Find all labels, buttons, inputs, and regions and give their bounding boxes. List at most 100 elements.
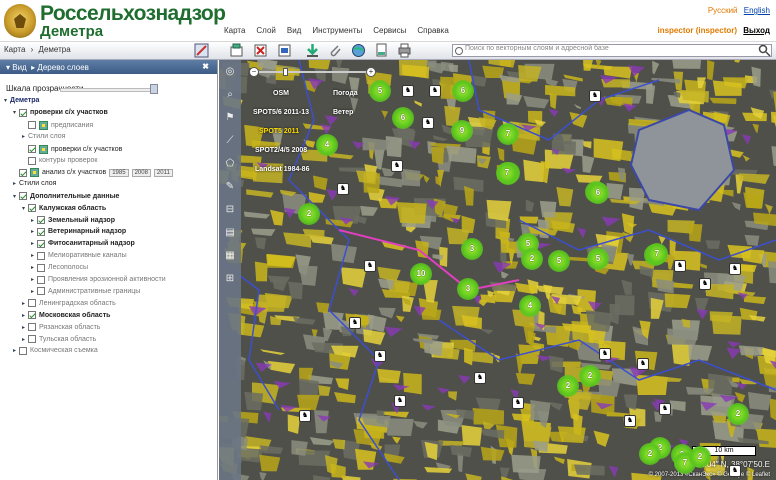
print-icon[interactable]	[397, 43, 412, 58]
zoom-slider[interactable]: − +	[249, 67, 376, 77]
locate-icon[interactable]: ◎	[222, 66, 238, 82]
layer-checkbox[interactable]	[28, 145, 36, 154]
opacity-slider[interactable]	[60, 88, 158, 92]
layer-edit-icon[interactable]	[277, 43, 292, 58]
point-cluster[interactable]: 6	[452, 80, 474, 102]
layer-checkbox[interactable]	[28, 335, 36, 343]
point-cluster[interactable]: 6	[392, 107, 414, 129]
cow-marker-icon[interactable]: ♞	[699, 278, 711, 290]
logout-link[interactable]: Выход	[743, 26, 770, 35]
tree-node[interactable]: проверки с/х участков	[22, 144, 122, 154]
lang-ru[interactable]: Русский	[708, 6, 738, 15]
menu-item-2[interactable]: Вид	[287, 26, 310, 35]
point-cluster[interactable]: 7	[497, 123, 519, 145]
cow-marker-icon[interactable]: ♞	[674, 260, 686, 272]
tree-node[interactable]: ▾ Дополнительные данные	[13, 192, 119, 201]
layer-checkbox[interactable]	[19, 192, 27, 201]
tree-node[interactable]: контуры проверок	[22, 156, 97, 165]
layer-remove-icon[interactable]	[253, 43, 268, 58]
zoom-in-icon[interactable]: +	[366, 67, 376, 77]
menu-item-0[interactable]: Карта	[224, 26, 254, 35]
tree-node[interactable]: ▸ Тульская область	[22, 335, 96, 343]
point-cluster[interactable]: 7	[496, 162, 518, 184]
cow-marker-icon[interactable]: ♞	[512, 397, 524, 409]
zoom-handle[interactable]	[283, 68, 288, 76]
year-button[interactable]: 2011	[153, 168, 173, 177]
measure-icon[interactable]: ⊟	[222, 204, 238, 220]
edit-icon[interactable]: ✎	[222, 181, 238, 197]
globe-icon[interactable]	[351, 43, 366, 58]
layer-checkbox[interactable]	[28, 204, 36, 213]
tree-node[interactable]: ▸ Административные границы	[31, 287, 140, 296]
download-icon[interactable]	[305, 43, 320, 58]
layer-checkbox[interactable]	[37, 239, 45, 248]
search-icon[interactable]	[758, 44, 771, 57]
layer-checkbox[interactable]	[28, 121, 36, 130]
layer-checkbox[interactable]	[19, 108, 27, 117]
point-cluster[interactable]: 10	[410, 263, 432, 285]
point-cluster[interactable]: 2	[557, 375, 579, 397]
cow-marker-icon[interactable]: ♞	[374, 350, 386, 362]
point-cluster[interactable]: 2	[521, 248, 543, 270]
tree-node[interactable]: ▸ Лесополосы	[31, 263, 88, 272]
tree-node[interactable]: ▸ Стили слоя	[22, 133, 65, 140]
cow-marker-icon[interactable]: ♞	[337, 183, 349, 195]
point-cluster[interactable]: 4	[316, 134, 338, 156]
tree-node[interactable]: ▸ Ветеринарный надзор	[31, 227, 126, 236]
tree-node[interactable]: ▾ проверки с/х участков	[13, 108, 108, 117]
layer-checkbox[interactable]	[28, 311, 36, 320]
basemap-option[interactable]: Погода	[333, 90, 358, 97]
map-view[interactable]: ◎ ⌕ ⚑ ⟋ ⬠ ✎ ⊟ ▤ ▦ ⊞ − + OSM Погода SPOT5/6 2011-13 В…	[219, 60, 776, 480]
cow-marker-icon[interactable]: ♞	[624, 415, 636, 427]
attach-icon[interactable]	[328, 43, 343, 58]
cow-marker-icon[interactable]: ♞	[429, 85, 441, 97]
zoom-out-icon[interactable]: −	[249, 67, 259, 77]
tree-node[interactable]: анализ с/х участков 1985 2008 2011	[13, 168, 173, 178]
cow-marker-icon[interactable]: ♞	[299, 410, 311, 422]
layer-checkbox[interactable]	[37, 227, 45, 236]
point-cluster[interactable]: 5	[369, 80, 391, 102]
tree-node[interactable]: ▸ Фитосанитарный надзор	[31, 239, 135, 248]
point-cluster[interactable]: 5	[587, 248, 609, 270]
basemap-option[interactable]: Ветер	[333, 109, 353, 116]
layer-checkbox[interactable]	[37, 251, 45, 260]
print-preview-icon[interactable]	[374, 43, 389, 58]
cow-marker-icon[interactable]: ♞	[729, 263, 741, 275]
point-cluster[interactable]: 2	[689, 446, 711, 468]
point-cluster[interactable]: 6	[587, 182, 609, 204]
tree-node[interactable]: ▸ Ленинградская область	[22, 299, 116, 308]
menu-item-5[interactable]: Справка	[417, 26, 457, 35]
basemap-option[interactable]: Landsat 1984-86	[255, 166, 309, 173]
layer-checkbox[interactable]	[37, 216, 45, 224]
basemap-option[interactable]: OSM	[273, 90, 289, 97]
cow-marker-icon[interactable]: ♞	[394, 395, 406, 407]
layer-checkbox[interactable]	[28, 156, 36, 165]
tree-node[interactable]: ▸ Рязанская область	[22, 323, 100, 332]
point-cluster[interactable]: 4	[519, 295, 541, 317]
tree-node[interactable]: ▸ Земельный надзор	[31, 216, 115, 224]
line-tool-icon[interactable]: ⟋	[222, 135, 238, 151]
view-dropdown[interactable]: ▾ Вид	[6, 63, 27, 72]
cow-marker-icon[interactable]: ♞	[402, 85, 414, 97]
layer-checkbox[interactable]	[28, 299, 36, 308]
layer-checkbox[interactable]	[37, 263, 45, 272]
layer-checkbox[interactable]	[28, 323, 36, 332]
year-button[interactable]: 2008	[131, 168, 151, 177]
cow-marker-icon[interactable]: ♞	[391, 160, 403, 172]
cow-marker-icon[interactable]: ♞	[729, 465, 741, 477]
tree-node[interactable]: ▸ Московская область	[22, 311, 110, 320]
legend-icon[interactable]: ▤	[222, 227, 238, 243]
layers-icon[interactable]: ⊞	[222, 273, 238, 289]
point-cluster[interactable]: 9	[451, 120, 473, 142]
close-icon[interactable]: ✖	[202, 62, 209, 71]
layer-checkbox[interactable]	[19, 168, 27, 177]
tree-node[interactable]: ▸ Стили слоя	[13, 180, 56, 187]
cow-marker-icon[interactable]: ♞	[364, 260, 376, 272]
tree-node[interactable]: ▸ Космическая съемка	[13, 346, 98, 355]
point-cluster[interactable]: 2	[727, 403, 749, 425]
tree-node[interactable]: ▸ Мелиоративные каналы	[31, 251, 127, 260]
point-cluster[interactable]: 3	[461, 238, 483, 260]
breadcrumb-demetra[interactable]: Деметра	[39, 45, 71, 54]
search-input[interactable]: Поиск по векторным слоям и адресной базе	[452, 44, 772, 57]
tree-node[interactable]: ▾ Деметра	[4, 97, 39, 104]
